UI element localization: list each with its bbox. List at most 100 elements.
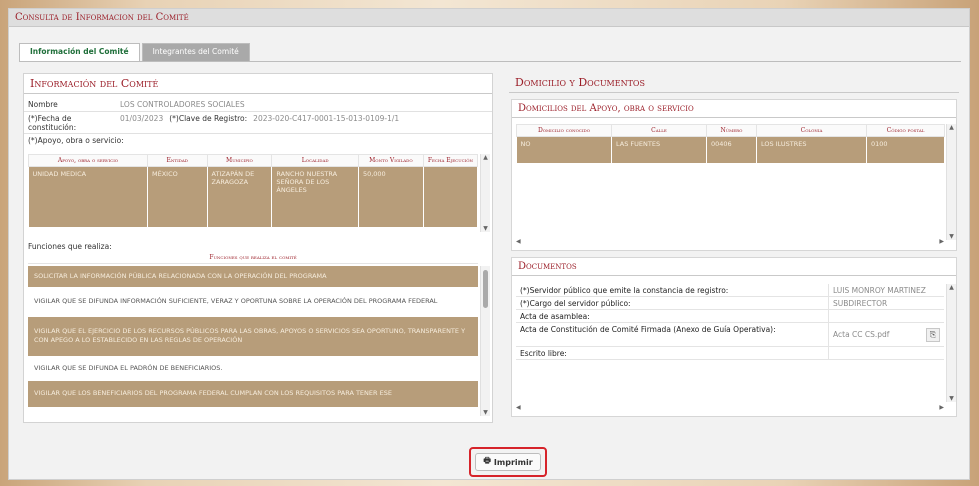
scroll-down-icon[interactable]: ▼: [481, 225, 490, 232]
escrito-libre-value: [828, 347, 837, 359]
doc-row-acta-constitucion: Acta de Constitución de Comité Firmada (…: [516, 323, 944, 347]
apoyo-table: Apoyo, obra o servicio Entidad Municipio…: [28, 154, 478, 227]
scroll-left-icon[interactable]: ◀: [516, 404, 521, 414]
documentos-list: (*)Servidor público que emite la constan…: [516, 284, 944, 360]
list-item[interactable]: VIGILAR QUE SE DIFUNDA INFORMACIÓN SUFIC…: [28, 287, 478, 317]
nombre-label: Nombre: [28, 100, 58, 109]
funciones-label: Funciones que realiza:: [28, 242, 112, 251]
cargo-label: (*)Cargo del servidor público:: [520, 298, 631, 308]
apoyo-table-wrap: Apoyo, obra o servicio Entidad Municipio…: [28, 154, 478, 232]
window-titlebar: Consulta de Informacion del Comité: [9, 9, 969, 27]
tab-divider: [19, 61, 961, 62]
domicilio-conocido-header: Domicilio conocido: [516, 124, 612, 137]
documentos-section: Documentos (*)Servidor público que emite…: [511, 257, 957, 417]
tab-integrantes-comite[interactable]: Integrantes del Comité: [141, 43, 250, 61]
acta-constitucion-cell: Acta CC CS.pdf ⎘: [828, 323, 944, 346]
list-item[interactable]: SOLICITAR LA INFORMACIÓN PÚBLICA RELACIO…: [28, 266, 478, 288]
informacion-heading: Información del Comité: [24, 74, 492, 94]
numero-header: Número: [706, 124, 757, 137]
clave-value: 2023-020-C417-0001-15-013-0109-1/1: [253, 114, 400, 123]
domicilio-documentos-heading: Domicilio y Documentos: [509, 73, 959, 93]
scroll-down-icon[interactable]: ▼: [481, 409, 490, 416]
nombre-value: LOS CONTROLADORES SOCIALES: [120, 100, 245, 109]
entidad-cell: MÉXICO: [147, 166, 208, 227]
doc-row-servidor: (*)Servidor público que emite la constan…: [516, 284, 944, 297]
funciones-scrollbar[interactable]: ▼: [480, 266, 490, 416]
codigo-postal-header: Código postal: [866, 124, 945, 137]
tab-informacion-comite[interactable]: Información del Comité: [19, 43, 140, 61]
domicilio-conocido-cell: NO: [516, 136, 612, 163]
numero-cell: 00406: [706, 136, 757, 163]
domicilios-section: Domicilios del Apoyo, obra o servicio Do…: [511, 99, 957, 251]
fecha-value: 01/03/2023: [120, 114, 164, 123]
nombre-row: Nombre LOS CONTROLADORES SOCIALES: [24, 98, 492, 112]
scroll-right-icon[interactable]: ▶: [939, 404, 944, 414]
monto-col-header: Monto Vigilado: [357, 154, 424, 167]
funciones-header: Funciones que realiza el comité: [28, 254, 478, 264]
municipio-col-header: Municipio: [206, 154, 273, 167]
monto-cell: 50,000: [358, 166, 424, 227]
acta-asamblea-label: Acta de asamblea:: [520, 311, 590, 321]
fecha-ejecucion-col-header: Fecha Ejecución: [422, 154, 478, 167]
domicilios-heading: Domicilios del Apoyo, obra o servicio: [512, 100, 956, 118]
print-label: Imprimir: [493, 457, 533, 467]
apoyo-cell: UNIDAD MEDICA: [28, 166, 148, 227]
scroll-down-icon[interactable]: ▼: [947, 233, 956, 240]
fecha-row: (*)Fecha de constitución: 01/03/2023 (*)…: [24, 112, 492, 134]
printer-icon: 🖶: [483, 456, 491, 465]
localidad-cell: RANCHO NUESTRA SEÑORA DE LOS ÁNGELES: [271, 166, 359, 227]
documentos-heading: Documentos: [512, 258, 956, 276]
calle-cell: LAS FUENTES: [611, 136, 707, 163]
scroll-up-icon[interactable]: ▲: [481, 154, 490, 161]
apoyo-col-header: Apoyo, obra o servicio: [28, 154, 148, 167]
domicilio-hscrollbar[interactable]: ◀ ▶: [516, 238, 944, 248]
municipio-cell: ATIZAPÁN DE ZARAGOZA: [207, 166, 273, 227]
scroll-left-icon[interactable]: ◀: [516, 238, 521, 248]
localidad-col-header: Localidad: [271, 154, 359, 167]
acta-asamblea-value: [828, 310, 837, 322]
scroll-up-icon[interactable]: ▲: [947, 124, 956, 131]
servidor-value: LUIS MONROY MARTINEZ: [828, 284, 930, 296]
acta-constitucion-label: Acta de Constitución de Comité Firmada (…: [520, 325, 776, 334]
colonia-cell: LOS ILUSTRES: [756, 136, 867, 163]
informacion-panel: Información del Comité Nombre LOS CONTRO…: [23, 73, 493, 423]
servidor-label: (*)Servidor público que emite la constan…: [520, 285, 729, 295]
escrito-libre-label: Escrito libre:: [520, 348, 567, 358]
apoyo-scrollbar[interactable]: ▲ ▼: [480, 154, 490, 232]
doc-row-cargo: (*)Cargo del servidor público: SUBDIRECT…: [516, 297, 944, 310]
calle-header: Calle: [611, 124, 707, 137]
tab-bar: Información del Comité Integrantes del C…: [19, 43, 252, 61]
print-button[interactable]: 🖶 Imprimir: [475, 453, 541, 471]
domicilio-panel: Domicilio y Documentos Domicilios del Ap…: [509, 73, 959, 423]
list-item[interactable]: VIGILAR QUE SE DIFUNDA EL PADRÓN DE BENE…: [28, 355, 478, 382]
codigo-postal-cell: 0100: [866, 136, 945, 163]
acta-constitucion-file[interactable]: Acta CC CS.pdf: [833, 330, 889, 339]
window-title: Consulta de Informacion del Comité: [15, 12, 189, 23]
clave-label: (*)Clave de Registro:: [169, 114, 248, 123]
domicilio-scrollbar[interactable]: ▲ ▼: [946, 124, 956, 240]
scroll-up-icon[interactable]: ▲: [947, 284, 956, 291]
funciones-list: SOLICITAR LA INFORMACIÓN PÚBLICA RELACIO…: [28, 266, 478, 416]
domicilio-table-wrap: Domicilio conocido Calle Número Colonia …: [516, 124, 945, 163]
main-window: Consulta de Informacion del Comité Infor…: [8, 8, 970, 480]
scroll-thumb[interactable]: [483, 270, 488, 308]
download-icon[interactable]: ⎘: [926, 327, 940, 342]
scroll-down-icon[interactable]: ▼: [947, 395, 956, 402]
list-item[interactable]: VIGILAR QUE EL EJERCICIO DE LOS RECURSOS…: [28, 316, 478, 356]
table-row[interactable]: UNIDAD MEDICA MÉXICO ATIZAPÁN DE ZARAGOZ…: [28, 166, 478, 227]
documentos-hscrollbar[interactable]: ◀ ▶: [516, 404, 944, 414]
list-item[interactable]: VIGILAR QUE LOS BENEFICIARIOS DEL PROGRA…: [28, 381, 478, 407]
domicilio-table: Domicilio conocido Calle Número Colonia …: [516, 124, 945, 163]
doc-row-escrito-libre: Escrito libre:: [516, 347, 944, 360]
fecha-label: (*)Fecha de constitución:: [28, 114, 77, 132]
entidad-col-header: Entidad: [147, 154, 208, 167]
table-row[interactable]: NO LAS FUENTES 00406 LOS ILUSTRES 0100: [516, 136, 945, 163]
doc-row-acta-asamblea: Acta de asamblea:: [516, 310, 944, 323]
fecha-ejecucion-cell: [423, 166, 478, 227]
print-highlight: 🖶 Imprimir: [469, 447, 547, 477]
colonia-header: Colonia: [756, 124, 867, 137]
apoyo-label: (*)Apoyo, obra o servicio:: [28, 136, 124, 145]
documentos-scrollbar[interactable]: ▲ ▼: [946, 284, 956, 402]
cargo-value: SUBDIRECTOR: [828, 297, 891, 309]
scroll-right-icon[interactable]: ▶: [939, 238, 944, 248]
